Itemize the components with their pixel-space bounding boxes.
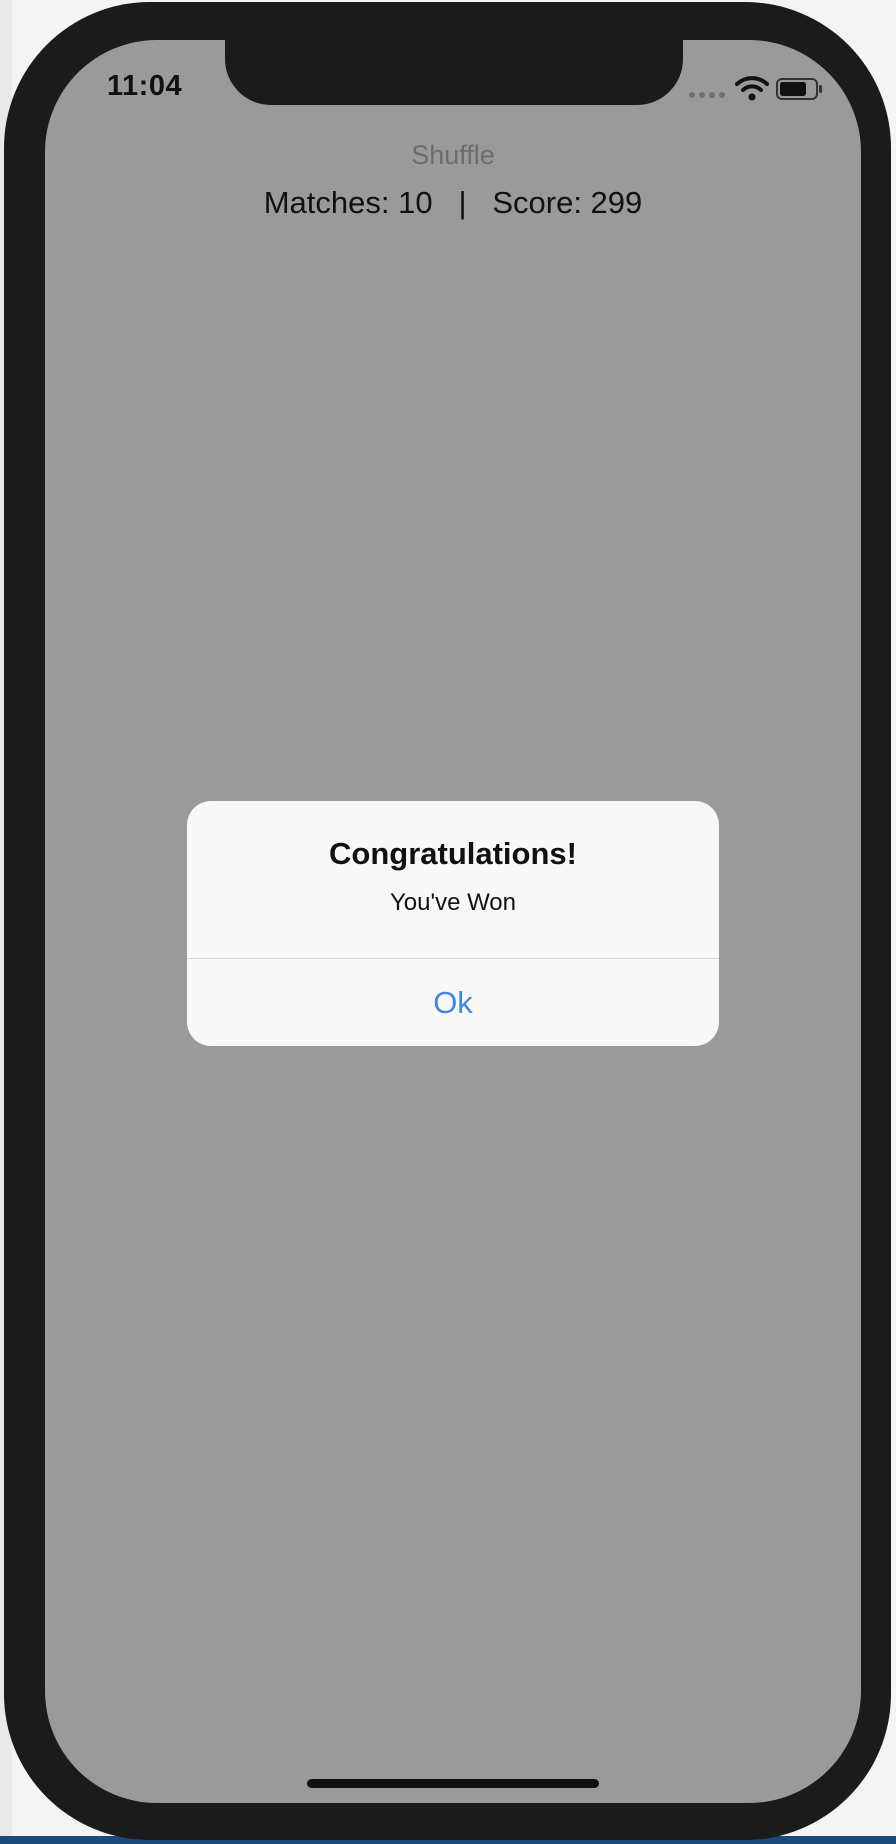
ok-button[interactable]: Ok (187, 959, 719, 1046)
win-alert-dialog: Congratulations! You've Won Ok (187, 801, 719, 1046)
matches-label: Matches: 10 (263, 185, 433, 220)
battery-icon (776, 78, 822, 100)
score-separator: | (458, 185, 467, 220)
wifi-icon (735, 76, 769, 101)
score-line: Matches: 10 | Score: 299 (45, 185, 861, 221)
game-title: Shuffle (411, 140, 495, 170)
home-indicator[interactable] (307, 1779, 599, 1788)
signal-icon (689, 92, 727, 100)
status-time: 11:04 (107, 70, 183, 102)
score-label: Score: 299 (492, 185, 643, 220)
alert-message: You've Won (389, 889, 516, 916)
phone-screen: 11:04 Shuffle Matches: 10 | Score: 299 C… (45, 40, 861, 1803)
notch (225, 40, 683, 105)
alert-title: Congratulations! (329, 836, 577, 871)
phone-frame: 11:04 Shuffle Matches: 10 | Score: 299 C… (4, 2, 891, 1840)
